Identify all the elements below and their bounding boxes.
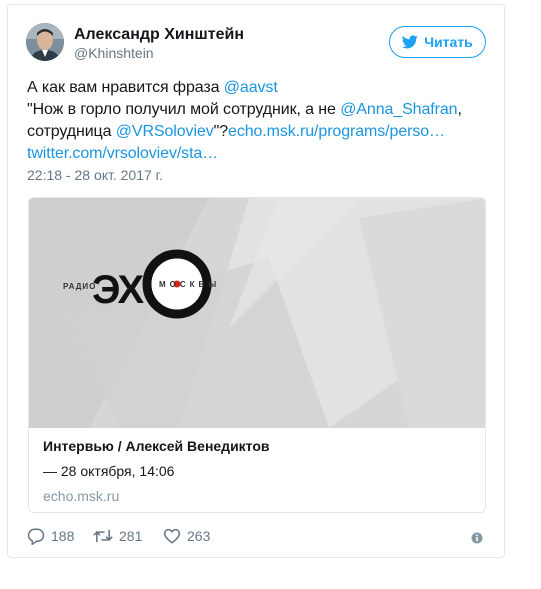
like-count: 263 (187, 528, 211, 544)
link-preview-card[interactable]: РАДИО ЭХ МОСКВЫ Интервью / Алексей Венед… (28, 197, 486, 513)
card-domain: echo.msk.ru (43, 488, 120, 504)
twitter-status-link[interactable]: twitter.com/vrsoloviev/sta… (27, 145, 218, 162)
reply-count: 188 (51, 528, 75, 544)
tweet-line-3: сотрудница @VRSoloviev"?echo.msk.ru/prog… (27, 121, 487, 143)
author-handle[interactable]: @Khinshtein (74, 45, 154, 61)
echo-moskvy-logo-image: РАДИО ЭХ МОСКВЫ (29, 198, 485, 428)
like-button[interactable]: 263 (163, 527, 210, 545)
embedded-tweet: Александр Хинштейн @Khinshtein Читать А … (7, 4, 505, 558)
tweet-text-segment: сотрудница (27, 123, 116, 140)
retweet-count: 281 (119, 528, 143, 544)
tweet-line-4: twitter.com/vrsoloviev/sta… (27, 143, 487, 165)
mention-aavst[interactable]: @aavst (224, 79, 278, 96)
tweet-text-segment: А как вам нравится фраза (27, 79, 224, 96)
card-description: — 28 октября, 14:06 (43, 463, 175, 479)
author-name[interactable]: Александр Хинштейн (74, 26, 244, 44)
mention-anna-shafran[interactable]: @Anna_Shafran (340, 101, 457, 118)
info-icon[interactable] (471, 532, 483, 544)
tweet-timestamp[interactable]: 22:18 - 28 окт. 2017 г. (27, 167, 163, 183)
retweet-button[interactable]: 281 (93, 527, 142, 545)
avatar[interactable] (26, 23, 64, 61)
mention-vrsoloviev[interactable]: @VRSoloviev (116, 123, 214, 140)
reply-button[interactable]: 188 (27, 527, 74, 545)
logo-moskvy-text: МОСКВЫ (159, 280, 220, 289)
reply-icon (27, 528, 45, 545)
tweet-text-segment: "Нож в горло получил мой сотрудник, а не (27, 101, 341, 118)
echo-link[interactable]: echo.msk.ru/programs/perso… (228, 123, 445, 140)
card-image: РАДИО ЭХ МОСКВЫ (29, 198, 485, 428)
follow-button[interactable]: Читать (389, 26, 486, 58)
tweet-text: А как вам нравится фраза @aavst "Нож в г… (27, 77, 487, 165)
avatar-image (26, 23, 64, 61)
tweet-line-1: А как вам нравится фраза @aavst (27, 77, 487, 99)
twitter-bird-icon (402, 35, 418, 49)
retweet-icon (93, 529, 113, 543)
follow-label: Читать (424, 34, 473, 50)
logo-echo-text: ЭХ (92, 268, 144, 312)
tweet-text-segment: "? (213, 123, 229, 140)
card-title: Интервью / Алексей Венедиктов (43, 438, 270, 454)
tweet-line-2: "Нож в горло получил мой сотрудник, а не… (27, 99, 487, 121)
tweet-text-segment: , (457, 101, 462, 118)
heart-icon (163, 528, 181, 544)
